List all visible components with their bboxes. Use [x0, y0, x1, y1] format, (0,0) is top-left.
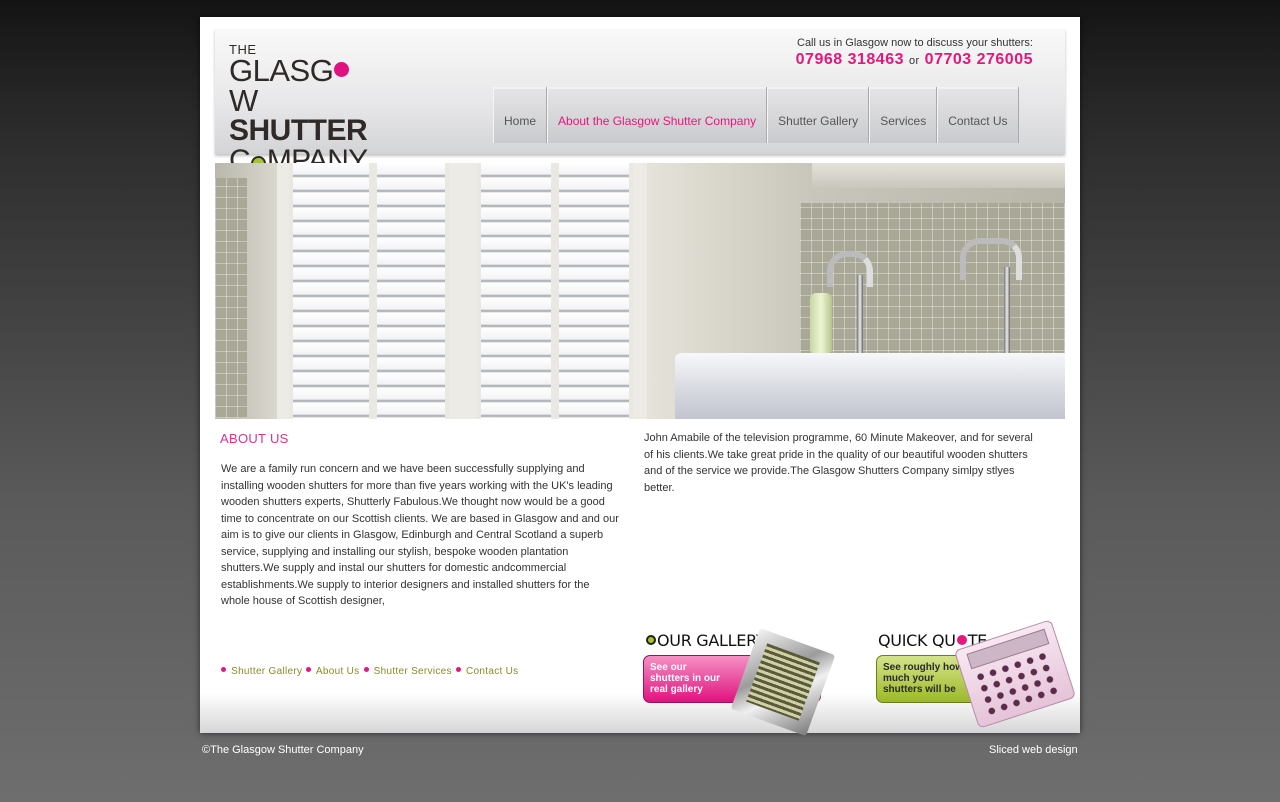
nav-services[interactable]: Services	[869, 87, 938, 143]
nav-contact-us[interactable]: Contact Us	[937, 87, 1019, 143]
phone-number-1[interactable]: 07968 318463	[796, 51, 904, 68]
hero-basin	[675, 353, 1065, 419]
hero-tap-right-stem	[1004, 267, 1010, 353]
hero-window	[277, 163, 647, 419]
about-text-right: John Amabile of the television programme…	[644, 432, 1033, 494]
phone-number-2[interactable]: 07703 276005	[925, 51, 1033, 68]
logo-line-shutter: SHUTTER	[229, 114, 368, 147]
web-design-credit[interactable]: Sliced web design	[989, 744, 1078, 756]
hero-wall-tiles-left	[215, 178, 247, 418]
logo-pink-o-icon	[334, 62, 350, 77]
hero-shutter-panel	[289, 163, 373, 419]
about-text-left: We are a family run concern and we have …	[221, 463, 619, 607]
footer-link-shutter-gallery[interactable]: Shutter Gallery	[231, 666, 302, 677]
hero-tap-left-stem	[857, 275, 863, 355]
footer-link-shutter-services[interactable]: Shutter Services	[374, 666, 452, 677]
quick-quote-promo[interactable]: QUICK QU TE See roughly how much your shu…	[876, 619, 1106, 741]
company-logo[interactable]: THE GLASGW SHUTTER C MPANY	[229, 43, 379, 176]
pink-dot-icon	[956, 635, 967, 645]
copyright-text: ©The Glasgow Shutter Company	[202, 744, 364, 756]
nav-about[interactable]: About the Glasgow Shutter Company	[547, 87, 768, 143]
hero-cabinet	[812, 163, 1065, 188]
footer-link-about-us[interactable]: About Us	[316, 666, 360, 677]
phone-numbers: 07968 318463 or 07703 276005	[796, 51, 1033, 69]
hero-soap-bottle	[810, 293, 832, 353]
nav-shutter-gallery[interactable]: Shutter Gallery	[767, 87, 870, 143]
contact-info: Call us in Glasgow now to discuss your s…	[796, 37, 1033, 69]
green-dot-icon	[646, 635, 656, 645]
footer-link-contact-us[interactable]: Contact Us	[466, 666, 518, 677]
bullet-icon	[455, 667, 461, 672]
bullet-icon	[363, 667, 369, 672]
page-container: THE GLASGW SHUTTER C MPANY Call us in Gla…	[200, 17, 1080, 737]
logo-line-glasgow: GLASGW	[229, 55, 379, 116]
phone-or: or	[908, 55, 920, 67]
hero-shutter-panel	[477, 163, 555, 419]
site-header: THE GLASGW SHUTTER C MPANY Call us in Gla…	[215, 29, 1065, 176]
hero-tap-left	[827, 251, 873, 287]
hero-shutter-panel	[373, 163, 449, 419]
bullet-icon	[221, 667, 226, 672]
main-navigation: Home About the Glasgow Shutter Company S…	[493, 87, 1019, 143]
hero-shutter-panel	[555, 163, 633, 419]
gallery-promo-title: OUR GALLERY	[645, 631, 766, 650]
bullet-icon	[306, 667, 312, 672]
our-gallery-promo[interactable]: OUR GALLERY See our shutters in our real…	[643, 627, 873, 741]
call-text: Call us in Glasgow now to discuss your s…	[797, 37, 1033, 49]
hero-image-bathroom-shutters	[215, 163, 1065, 419]
hero-wall-tiles	[800, 203, 1065, 373]
nav-home[interactable]: Home	[493, 87, 548, 143]
footer-links: Shutter Gallery About Us Shutter Service…	[220, 666, 518, 677]
about-title: ABOUT US	[220, 431, 289, 446]
hero-tap-right	[960, 238, 1022, 280]
